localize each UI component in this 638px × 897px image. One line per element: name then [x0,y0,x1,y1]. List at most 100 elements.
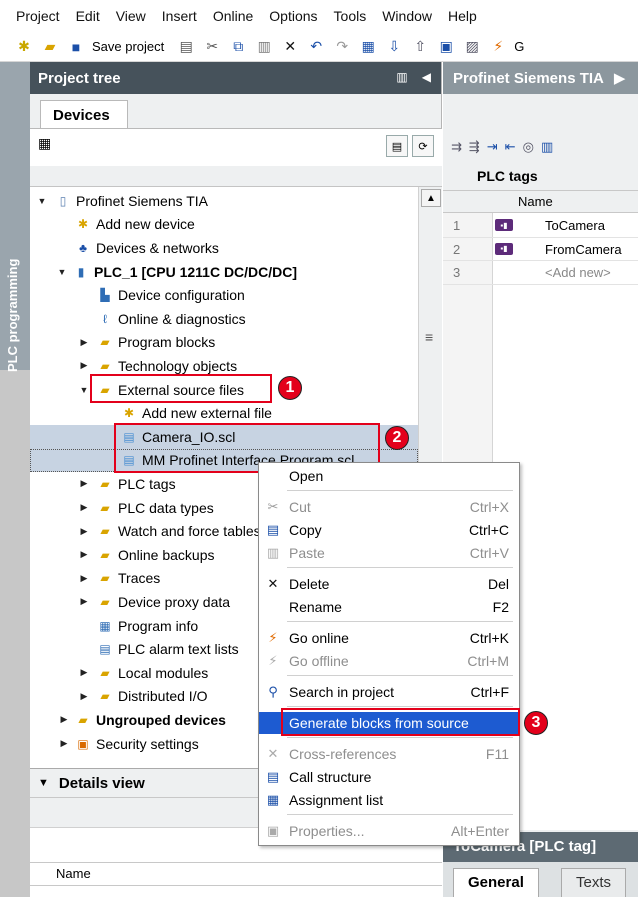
menu-edit[interactable]: Edit [68,0,108,32]
menu-item-call-structure[interactable]: ▤ Call structure [259,766,519,788]
print-icon[interactable]: ▤ [176,37,196,57]
redo-icon[interactable]: ↷ [332,37,352,57]
accessible-devices-icon[interactable]: ▨ [462,37,482,57]
scroll-grip-icon[interactable]: ≡ [425,329,433,345]
refresh-icon[interactable]: ⟳ [412,135,434,157]
expand-arrow-icon[interactable]: ▶ [78,573,90,584]
open-project-icon[interactable]: ▰ [40,37,60,57]
go-online-icon[interactable]: ⚡ [488,37,508,57]
tree-item-label: Program info [118,617,199,634]
tree-options-icon[interactable]: ▦ [38,135,51,152]
export-icon[interactable]: ⇥ [487,139,498,155]
expand-arrow-icon[interactable]: ▶ [78,360,90,371]
save-project-button[interactable]: Save project [92,39,164,54]
expand-arrow-icon[interactable]: ▶ [78,667,90,678]
import-icon[interactable]: ⇤ [505,139,516,155]
tree-item-plc1[interactable]: ▼ ▮ PLC_1 [CPU 1211C DC/DC/DC] [30,260,418,284]
menu-item-shortcut: F11 [485,746,509,762]
expand-arrow-icon[interactable]: ▶ [78,691,90,702]
chevron-right-icon[interactable]: ▶ [614,69,626,87]
tab-texts[interactable]: Texts [561,868,627,897]
menu-item-label: Go offline [289,653,349,669]
expand-arrow-icon[interactable]: ▶ [78,478,90,489]
menu-item-paste[interactable]: ▥ Paste Ctrl+V [259,542,519,564]
add-row-icon[interactable]: ⇶ [469,139,480,155]
compile-icon[interactable]: ▦ [358,37,378,57]
add-new-tag[interactable]: <Add new> [545,265,611,280]
insert-row-icon[interactable]: ⇉ [451,139,462,155]
folder-icon: ▰ [100,665,110,680]
collapse-arrow-icon[interactable]: ▼ [38,777,49,789]
save-icon[interactable]: ■ [66,37,86,57]
cut-icon[interactable]: ✂ [202,37,222,57]
menu-item-delete[interactable]: ✕ Delete Del [259,573,519,595]
menu-item-label: Cross-references [289,746,397,762]
menu-item-shortcut: Ctrl+V [469,545,509,561]
split-view-icon[interactable]: ▥ [396,70,407,84]
expand-arrow-icon[interactable]: ▶ [78,502,90,513]
expand-arrow-icon[interactable]: ▶ [58,714,70,725]
paste-icon[interactable]: ▥ [254,37,274,57]
tree-item-project[interactable]: ▼ ▯ Profinet Siemens TIA [30,189,418,213]
menu-item-assignment-list[interactable]: ▦ Assignment list [259,789,519,811]
tab-general[interactable]: General [453,868,539,897]
tree-item-program-blocks[interactable]: ▶ ▰ Program blocks [30,331,418,355]
tree-item-label: Add new device [96,216,195,233]
monitor-icon[interactable]: ◎ [523,139,534,155]
collapse-arrow-icon[interactable]: ▼ [36,196,48,206]
undo-icon[interactable]: ↶ [306,37,326,57]
menu-view[interactable]: View [108,0,154,32]
menu-item-properties[interactable]: ▣ Properties... Alt+Enter [259,820,519,842]
delete-icon[interactable]: ✕ [280,37,300,57]
tag-column-header[interactable]: Name [443,191,638,213]
tree-item-add-device[interactable]: ✱ Add new device [30,213,418,237]
menu-item-cut[interactable]: ✂ Cut Ctrl+X [259,496,519,518]
menu-item-open[interactable]: Open [259,465,519,487]
menu-item-rename[interactable]: Rename F2 [259,596,519,618]
menu-project[interactable]: Project [8,0,68,32]
menu-options[interactable]: Options [261,0,325,32]
table-row[interactable]: 3 <Add new> [443,261,638,285]
download-icon[interactable]: ⇩ [384,37,404,57]
table-row[interactable]: 1 ▪▮ ToCamera [443,214,638,238]
tree-item-add-external-file[interactable]: ✱ Add new external file [30,401,418,425]
menu-window[interactable]: Window [374,0,440,32]
expand-arrow-icon[interactable]: ▶ [78,337,90,348]
copy-icon[interactable]: ⧉ [228,37,248,57]
menu-item-go-offline[interactable]: ⚡ Go offline Ctrl+M [259,650,519,672]
menu-item-cross-references[interactable]: ✕ Cross-references F11 [259,743,519,765]
collapse-panel-icon[interactable]: ◀ [422,70,431,84]
collapse-arrow-icon[interactable]: ▼ [56,267,68,277]
expand-arrow-icon[interactable]: ▶ [78,526,90,537]
expand-arrow-icon[interactable]: ▶ [78,596,90,607]
tree-item-label: Watch and force tables [118,523,261,540]
menu-insert[interactable]: Insert [154,0,205,32]
scroll-up-icon[interactable]: ▲ [421,189,441,207]
new-project-icon[interactable]: ✱ [14,37,34,57]
tab-devices[interactable]: Devices [40,100,128,130]
table-settings-icon[interactable]: ▥ [541,139,553,155]
simulation-icon[interactable]: ▣ [436,37,456,57]
collapse-arrow-icon[interactable]: ▼ [78,385,90,395]
tree-item-devices-networks[interactable]: ♣ Devices & networks [30,236,418,260]
overview-icon[interactable]: ▤ [386,135,408,157]
paste-icon: ▥ [266,545,280,560]
menu-online[interactable]: Online [205,0,261,32]
upload-icon[interactable]: ⇧ [410,37,430,57]
side-tab-plc-programming[interactable]: PLC programming [0,62,30,372]
menu-item-copy[interactable]: ▤ Copy Ctrl+C [259,519,519,541]
menu-tools[interactable]: Tools [326,0,375,32]
tree-item-online-diagnostics[interactable]: ℓ Online & diagnostics [30,307,418,331]
details-column-name[interactable]: Name [30,862,442,886]
table-row[interactable]: 2 ▪▮ FromCamera [443,238,638,262]
tree-item-device-config[interactable]: ▙ Device configuration [30,283,418,307]
menu-help[interactable]: Help [440,0,485,32]
menu-item-search-in-project[interactable]: ⚲ Search in project Ctrl+F [259,681,519,703]
cross-ref-icon: ✕ [267,746,279,761]
folder-icon: ▰ [78,712,88,727]
devices-toolbar: ▦ ▤ ⟳ [30,128,442,166]
expand-arrow-icon[interactable]: ▶ [58,738,70,749]
menu-item-go-online[interactable]: ⚡ Go online Ctrl+K [259,627,519,649]
go-online-label[interactable]: G [514,39,524,54]
expand-arrow-icon[interactable]: ▶ [78,549,90,560]
